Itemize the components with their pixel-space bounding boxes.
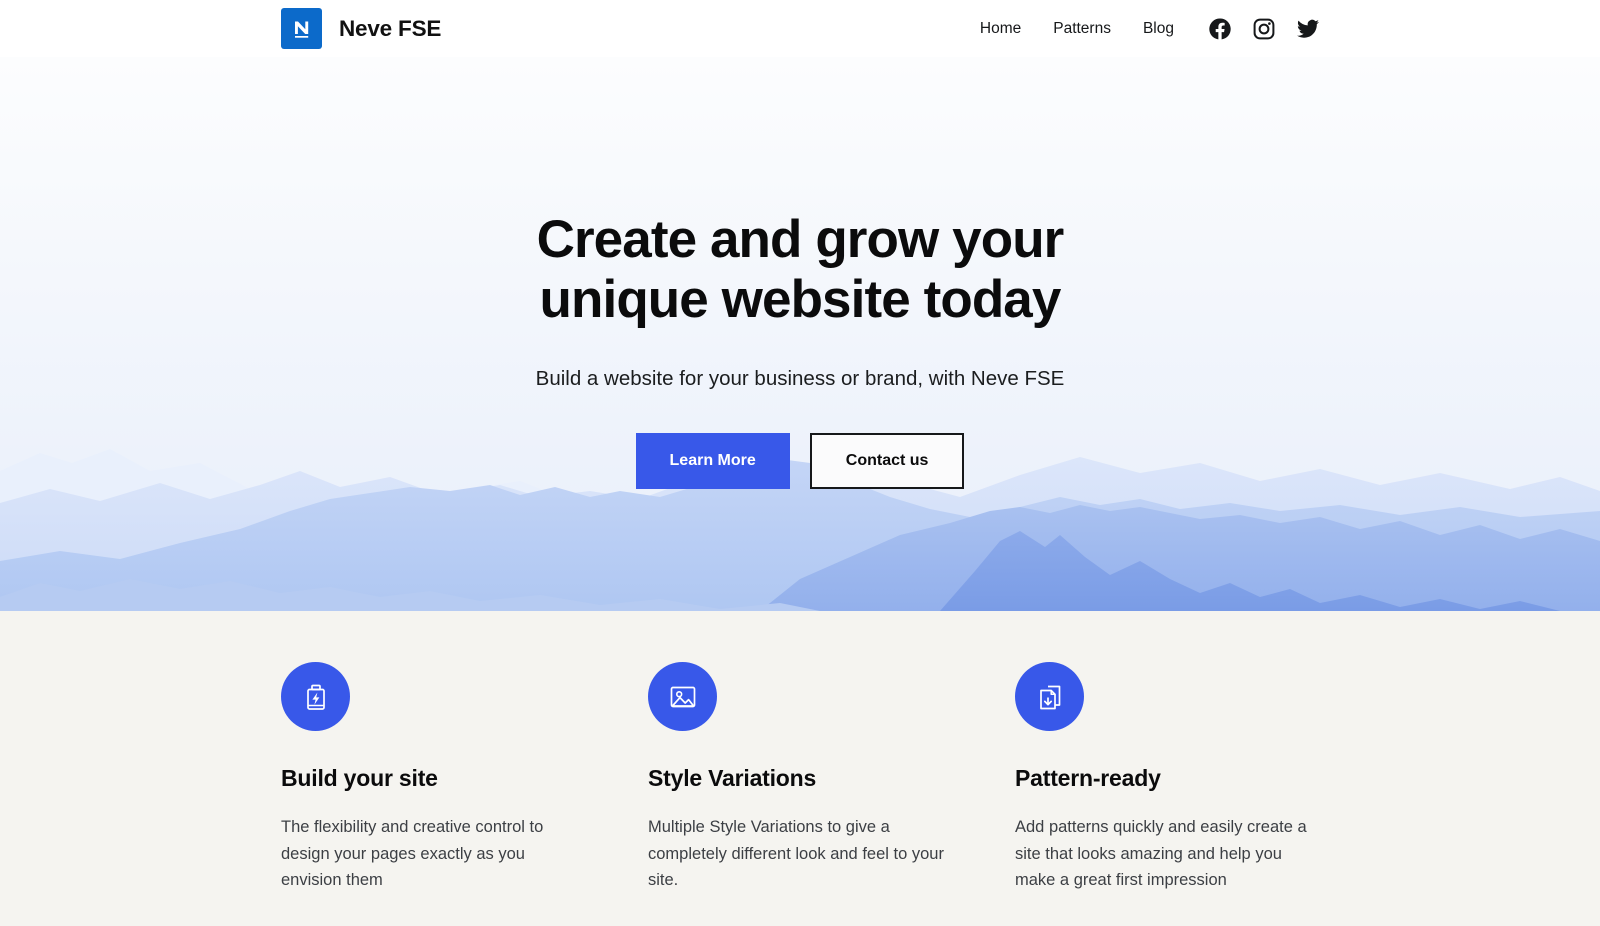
instagram-icon[interactable] — [1252, 17, 1276, 41]
feature-card-style-variations: Style Variations Multiple Style Variatio… — [648, 662, 952, 894]
features-section: Build your site The flexibility and crea… — [0, 611, 1600, 926]
documents-download-icon — [1015, 662, 1084, 731]
contact-us-button[interactable]: Contact us — [809, 432, 965, 489]
nav-link-home[interactable]: Home — [964, 20, 1037, 38]
hero-subtitle: Build a website for your business or bra… — [535, 366, 1065, 390]
feature-text: Add patterns quickly and easily create a… — [1015, 818, 1307, 890]
neve-n-logo-icon — [281, 8, 322, 49]
feature-card-build-your-site: Build your site The flexibility and crea… — [281, 662, 585, 894]
hero-actions: Learn More Contact us — [0, 432, 1600, 489]
hero-title-line-2: unique website today — [539, 270, 1062, 330]
feature-title: Build your site — [281, 765, 438, 791]
feature-title: Style Variations — [648, 765, 817, 791]
hero-section: Create and grow your unique website toda… — [0, 57, 1600, 611]
feature-text: The flexibility and creative control to … — [281, 818, 544, 890]
facebook-icon[interactable] — [1208, 17, 1232, 41]
features-grid: Build your site The flexibility and crea… — [281, 611, 1319, 894]
battery-bolt-icon — [281, 662, 350, 731]
social-links — [1208, 17, 1320, 41]
hero-title-line-1: Create and grow your — [536, 210, 1065, 269]
feature-text: Multiple Style Variations to give a comp… — [648, 818, 944, 890]
hero-title: Create and grow your unique website toda… — [440, 210, 1160, 331]
site-header: Neve FSE Home Patterns Blog — [0, 0, 1600, 57]
learn-more-button[interactable]: Learn More — [635, 432, 790, 489]
twitter-icon[interactable] — [1296, 17, 1320, 41]
primary-navigation: Home Patterns Blog — [964, 17, 1320, 41]
hero-content: Create and grow your unique website toda… — [0, 57, 1600, 489]
site-title: Neve FSE — [339, 15, 442, 41]
site-brand[interactable]: Neve FSE — [281, 8, 441, 49]
image-icon — [648, 662, 717, 731]
feature-title: Pattern-ready — [1015, 765, 1161, 791]
feature-card-pattern-ready: Pattern-ready Add patterns quickly and e… — [1015, 662, 1319, 894]
nav-link-patterns[interactable]: Patterns — [1037, 20, 1127, 38]
nav-link-blog[interactable]: Blog — [1127, 20, 1190, 38]
header-inner: Neve FSE Home Patterns Blog — [0, 8, 1600, 49]
